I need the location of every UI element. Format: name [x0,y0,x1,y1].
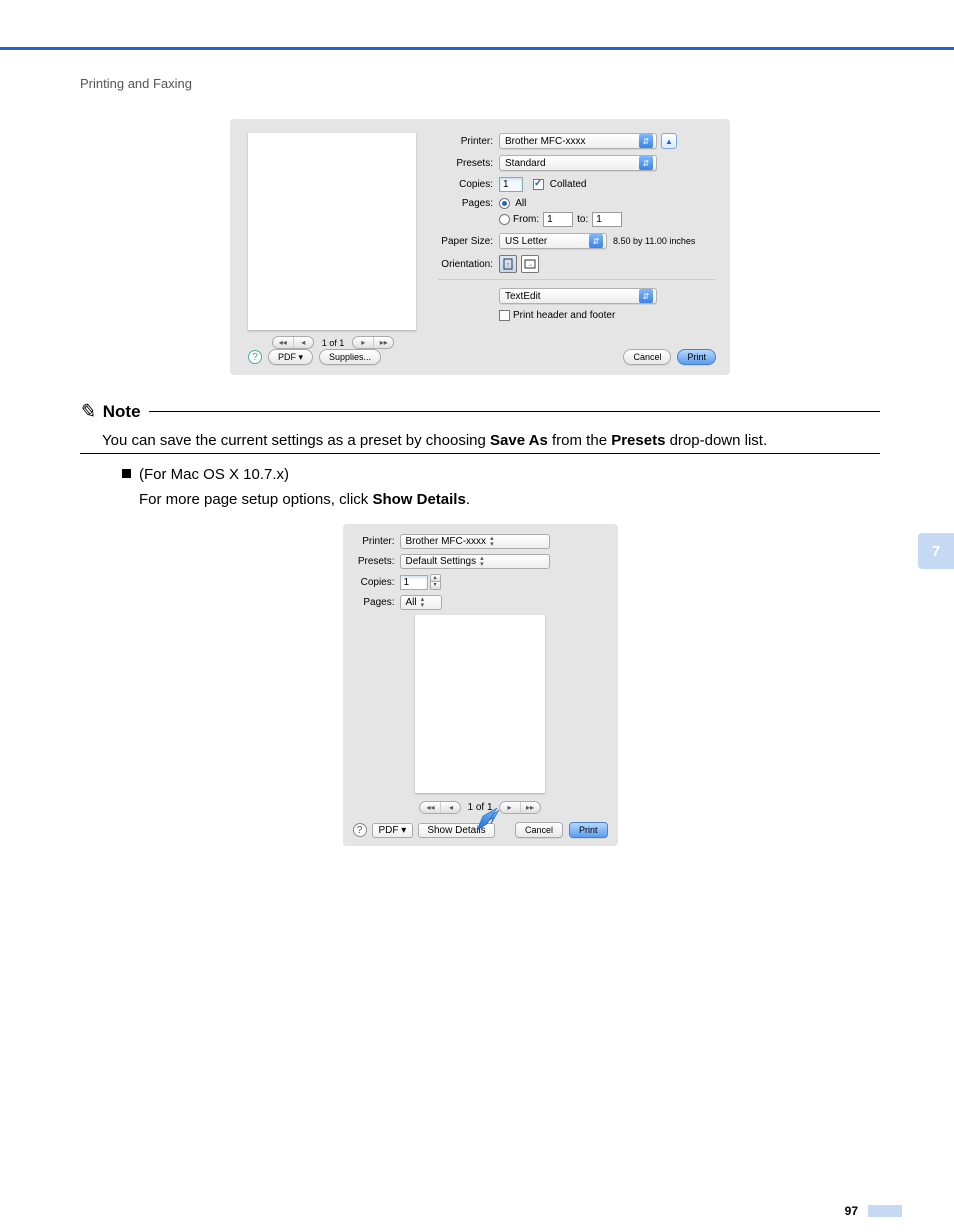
svg-text:→: → [527,262,533,268]
chapter-tab: 7 [918,533,954,569]
copies-input[interactable] [499,177,523,192]
collated-label: Collated [550,179,587,190]
page-preview [415,615,545,793]
os-heading: (For Mac OS X 10.7.x) [139,466,289,483]
paper-size-dimensions: 8.50 by 11.00 inches [613,236,695,246]
print-dialog-10-7: Printer: Brother MFC-xxxx▴▾ Presets: Def… [343,524,618,846]
printer-label: Printer: [438,136,493,147]
pages-all-radio[interactable] [499,198,510,209]
preview-page-indicator: 1 of 1 [322,338,345,348]
pages-label: Pages: [438,198,493,209]
preview-nav-back[interactable]: ◂◂◂ [272,336,314,349]
cancel-button[interactable]: Cancel [515,822,563,838]
pages-select[interactable]: All▴▾ [400,595,442,610]
pdf-button[interactable]: PDF ▾ [372,823,414,838]
pages-range-radio[interactable] [499,214,510,225]
app-section-select[interactable]: TextEdit⇵ [499,288,657,304]
svg-text:↑: ↑ [506,262,510,269]
printer-select[interactable]: Brother MFC-xxxx⇵ [499,133,657,149]
header-footer-label: Print header and footer [513,310,615,321]
page-preview [248,133,416,330]
copies-label: Copies: [353,577,395,588]
collated-checkbox[interactable] [533,179,544,190]
supplies-button[interactable]: Supplies... [319,349,381,365]
print-button[interactable]: Print [677,349,716,365]
pages-from-input[interactable] [543,212,573,227]
os-10-7-section: (For Mac OS X 10.7.x) For more page setu… [122,466,880,508]
presets-select[interactable]: Standard⇵ [499,155,657,171]
help-button[interactable]: ? [353,823,367,837]
callout-arrow-icon [473,804,503,834]
note-section: ✎ Note You can save the current settings… [80,399,880,454]
pages-all-label: All [515,198,526,209]
printer-status-button[interactable]: ▲ [661,133,677,149]
landscape-icon: → [524,259,536,269]
printer-select[interactable]: Brother MFC-xxxx▴▾ [400,534,550,549]
pages-from-label: From: [513,214,539,225]
pages-label: Pages: [353,597,395,608]
note-title: Note [103,402,141,422]
bullet-icon [122,469,131,478]
preview-nav-fwd[interactable]: ▸▸▸ [499,801,541,814]
pages-to-label: to: [577,214,588,225]
orientation-portrait[interactable]: ↑ [499,255,517,273]
presets-select[interactable]: Default Settings▴▾ [400,554,550,569]
orientation-label: Orientation: [438,259,493,270]
preview-nav-fwd[interactable]: ▸▸▸ [352,336,394,349]
page-footer: 97 [845,1204,902,1218]
help-button[interactable]: ? [248,350,262,364]
page-number: 97 [845,1204,858,1218]
presets-label: Presets: [438,158,493,169]
pdf-button[interactable]: PDF ▾ [268,349,313,365]
pages-to-input[interactable] [592,212,622,227]
print-button[interactable]: Print [569,822,608,838]
paper-size-select[interactable]: US Letter⇵ [499,233,607,249]
copies-label: Copies: [438,179,493,190]
orientation-landscape[interactable]: → [521,255,539,273]
paper-size-label: Paper Size: [438,236,493,247]
preview-nav-back[interactable]: ◂◂◂ [419,801,461,814]
print-dialog-10-6: ◂◂◂ 1 of 1 ▸▸▸ Printer: Brother MFC-xxxx… [230,119,730,375]
breadcrumb: Printing and Faxing [80,76,880,91]
cancel-button[interactable]: Cancel [623,349,671,365]
printer-label: Printer: [353,536,395,547]
note-icon: ✎ [78,399,99,424]
portrait-icon: ↑ [503,258,513,270]
header-footer-checkbox[interactable] [499,310,510,321]
note-body: You can save the current settings as a p… [102,432,880,449]
copies-stepper[interactable]: ▴▾ [430,574,441,590]
os-body: For more page setup options, click Show … [139,491,880,508]
presets-label: Presets: [353,556,395,567]
copies-input[interactable] [400,575,428,590]
